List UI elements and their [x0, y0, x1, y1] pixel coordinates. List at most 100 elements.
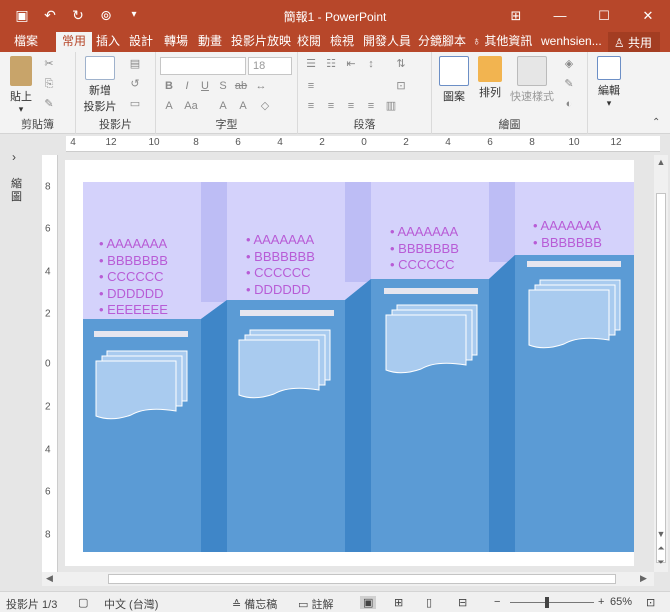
spelling-icon[interactable]: ▢: [78, 596, 88, 609]
zoom-out-icon[interactable]: −: [494, 596, 500, 608]
shadow-icon[interactable]: S: [216, 80, 230, 92]
text-direction-icon[interactable]: ⇅: [394, 58, 408, 70]
language-indicator[interactable]: 中文 (台灣): [104, 596, 158, 612]
font-group-label: 字型: [215, 119, 238, 131]
expand-thumbnails-icon[interactable]: ›: [12, 150, 16, 164]
collapse-ribbon-icon[interactable]: ⌃: [652, 117, 664, 129]
bullets-icon[interactable]: ☰: [304, 58, 318, 70]
shape-fill-icon[interactable]: ◈: [562, 58, 576, 70]
bullet-list-4[interactable]: • AAAAAAA • BBBBBBB: [533, 218, 602, 251]
vertical-scrollbar[interactable]: ▲ ▼ ⏶ ⏷: [654, 155, 668, 572]
tab-file[interactable]: 檔案: [14, 34, 38, 49]
bullet-list-2[interactable]: • AAAAAAA • BBBBBBB • CCCCCC • DDDDDD: [246, 232, 315, 298]
tab-review[interactable]: 校閱: [297, 34, 321, 49]
editing-button[interactable]: 編輯 ▾: [592, 56, 626, 109]
share-button[interactable]: ♙ 共用: [607, 32, 660, 52]
decrease-font-icon[interactable]: A: [236, 100, 250, 112]
font-color-icon[interactable]: A: [162, 100, 176, 112]
next-slide-icon[interactable]: ⏷: [655, 557, 667, 568]
tab-animations[interactable]: 動畫: [198, 34, 222, 49]
align-left-icon[interactable]: ≡: [304, 100, 318, 112]
layout-icon[interactable]: ▤: [128, 58, 142, 70]
font-group: 18 B I U S ab ↔ A Aa A A ◇ 字型: [156, 52, 298, 134]
numbering-icon[interactable]: ☷: [324, 58, 338, 70]
copy-icon[interactable]: ⎘: [42, 78, 56, 90]
paste-button[interactable]: 貼上 ▾: [4, 56, 38, 115]
minimize-icon[interactable]: —: [538, 0, 582, 31]
comments-button[interactable]: ▭ 註解: [298, 596, 333, 612]
ruler-label: 2: [45, 401, 51, 413]
align-right-icon[interactable]: ≡: [344, 100, 358, 112]
format-painter-icon[interactable]: ✎: [42, 98, 56, 110]
line-spacing-icon[interactable]: ↕: [364, 58, 378, 70]
zoom-slider[interactable]: [510, 602, 594, 603]
title-bar-placeholder[interactable]: [240, 310, 334, 316]
change-case-icon[interactable]: Aa: [184, 100, 198, 112]
tab-insert[interactable]: 插入: [96, 34, 120, 49]
scroll-right-icon[interactable]: ▶: [640, 573, 647, 584]
font-family-combo[interactable]: [160, 57, 246, 75]
normal-view-icon[interactable]: ▣: [360, 596, 377, 609]
tab-storyboard[interactable]: 分鏡腳本: [418, 34, 466, 49]
bullet-list-1[interactable]: • AAAAAAA • BBBBBBB • CCCCCC • DDDDDD • …: [99, 236, 168, 319]
underline-icon[interactable]: U: [198, 80, 212, 92]
ribbon-display-options-icon[interactable]: ⊞: [494, 0, 538, 31]
scroll-left-icon[interactable]: ◀: [46, 573, 53, 584]
align-text-icon[interactable]: ≡: [304, 80, 318, 92]
cut-icon[interactable]: ✂: [42, 58, 56, 70]
shape-outline-icon[interactable]: ✎: [562, 78, 576, 90]
fit-slide-icon[interactable]: ⊡: [646, 596, 655, 609]
clear-formatting-icon[interactable]: ◇: [258, 100, 272, 112]
italic-icon[interactable]: I: [180, 80, 194, 92]
column-gap: [201, 300, 227, 552]
zoom-in-icon[interactable]: +: [598, 596, 604, 608]
editing-dropdown-icon: ▾: [606, 98, 612, 108]
arrange-button[interactable]: 排列: [472, 56, 508, 100]
convert-smartart-icon[interactable]: ⊡: [394, 80, 408, 92]
maximize-icon[interactable]: ☐: [582, 0, 626, 31]
zoom-level[interactable]: 65%: [610, 596, 632, 608]
title-bar-placeholder[interactable]: [527, 261, 621, 267]
increase-font-icon[interactable]: A: [216, 100, 230, 112]
close-icon[interactable]: ✕: [626, 0, 670, 31]
slide[interactable]: • AAAAAAA • BBBBBBB • CCCCCC • DDDDDD • …: [65, 160, 634, 566]
horizontal-scroll-thumb[interactable]: [108, 574, 616, 584]
new-slide-button[interactable]: 新增 投影片: [80, 56, 120, 114]
tab-developer[interactable]: 開發人員: [363, 34, 411, 49]
vertical-scroll-thumb[interactable]: [656, 193, 666, 563]
notes-button[interactable]: ≙ 備忘稿: [232, 596, 277, 612]
decrease-indent-icon[interactable]: ⇤: [344, 58, 358, 70]
tab-slideshow[interactable]: 投影片放映: [231, 34, 291, 49]
tab-view[interactable]: 檢視: [330, 34, 354, 49]
zoom-slider-knob[interactable]: [545, 597, 549, 608]
reset-icon[interactable]: ↺: [128, 78, 142, 90]
columns-icon[interactable]: ▥: [384, 100, 398, 112]
bold-icon[interactable]: B: [162, 80, 176, 92]
scroll-up-icon[interactable]: ▲: [655, 157, 667, 167]
shape-effects-icon[interactable]: ◐: [562, 98, 576, 110]
character-spacing-icon[interactable]: ↔: [254, 80, 268, 92]
quick-styles-button[interactable]: 快速樣式: [508, 56, 556, 104]
font-size-combo[interactable]: 18: [248, 57, 292, 75]
scroll-down-icon[interactable]: ▼: [655, 529, 667, 539]
slideshow-icon[interactable]: ⊟: [458, 596, 467, 609]
previous-slide-icon[interactable]: ⏶: [655, 543, 667, 554]
reading-view-icon[interactable]: ▯: [426, 596, 432, 609]
tab-transitions[interactable]: 轉場: [164, 34, 188, 49]
bullet-list-3[interactable]: • AAAAAAA • BBBBBBB • CCCCCC: [390, 224, 459, 274]
align-center-icon[interactable]: ≡: [324, 100, 338, 112]
tell-me-box[interactable]: ♁ 其他資訊: [472, 34, 532, 49]
horizontal-scrollbar[interactable]: ◀ ▶: [42, 572, 654, 586]
shapes-button[interactable]: 圖案: [436, 56, 472, 104]
tab-home[interactable]: 常用: [56, 32, 93, 52]
shapes-label: 圖案: [443, 91, 465, 103]
tab-design[interactable]: 設計: [129, 34, 153, 49]
justify-icon[interactable]: ≡: [364, 100, 378, 112]
strikethrough-icon[interactable]: ab: [234, 80, 248, 92]
title-bar-placeholder[interactable]: [94, 331, 188, 337]
slide-sorter-icon[interactable]: ⊞: [394, 596, 403, 609]
user-account[interactable]: wenhsien...: [541, 34, 602, 49]
section-icon[interactable]: ▭: [128, 98, 142, 110]
title-bar-placeholder[interactable]: [384, 288, 478, 294]
documents-icon: [385, 304, 478, 374]
